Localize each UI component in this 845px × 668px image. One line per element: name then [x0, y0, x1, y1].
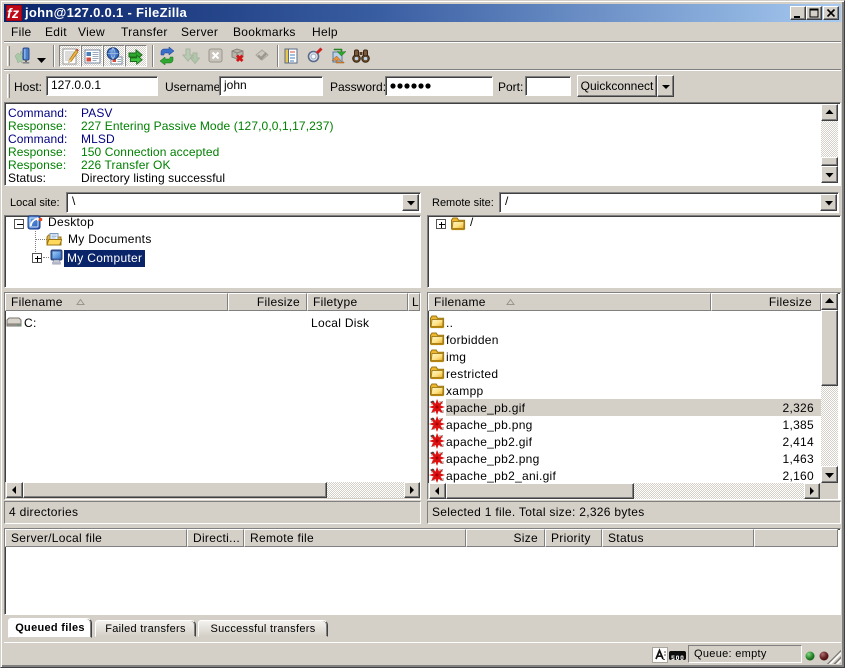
- svg-text:fz: fz: [7, 5, 19, 21]
